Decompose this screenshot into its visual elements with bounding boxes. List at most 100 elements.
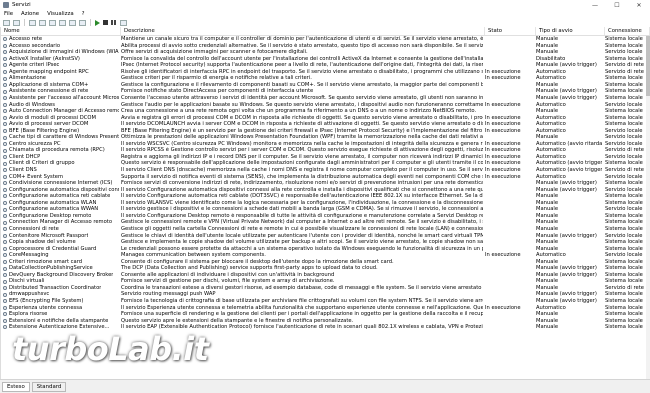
service-gear-icon — [3, 246, 7, 251]
restart-service-icon[interactable] — [120, 19, 127, 26]
title-bar: Servizi — ☐ ✕ — [0, 0, 650, 10]
minimize-button[interactable]: — — [584, 0, 606, 10]
service-gear-icon — [3, 50, 7, 55]
service-gear-icon — [3, 43, 7, 48]
service-gear-icon — [3, 273, 7, 278]
services-app-icon — [3, 2, 9, 8]
service-name: Connessioni di rete — [9, 225, 59, 232]
column-header-name[interactable]: Nome — [1, 27, 121, 35]
service-gear-icon — [3, 76, 7, 81]
export-list-icon[interactable] — [59, 19, 66, 26]
menu-visualizza[interactable]: Visualizza — [47, 11, 74, 17]
service-state — [485, 193, 533, 200]
close-button[interactable]: ✕ — [628, 0, 650, 10]
service-startup-type: Automatico — [536, 127, 566, 134]
tab-standard[interactable]: Standard — [31, 381, 67, 392]
column-header-logon[interactable]: Connessione — [605, 27, 650, 35]
service-startup-type: Manuale — [536, 225, 559, 232]
help-icon[interactable] — [69, 19, 76, 26]
service-name-cell: Connessioni di rete — [1, 226, 119, 233]
table-row[interactable]: Client di Criteri di gruppo Questo serviz… — [1, 160, 650, 167]
stop-service-icon[interactable] — [103, 20, 108, 25]
column-header-description[interactable]: Descrizione — [121, 27, 485, 35]
table-row[interactable]: Connessioni di rete Gestisce gli oggetti … — [1, 226, 650, 233]
column-header-state[interactable]: Stato — [485, 27, 536, 35]
service-gear-icon — [3, 279, 7, 284]
service-gear-icon — [3, 102, 7, 107]
service-name-cell: Assistente per l'accesso all'account Mic… — [1, 95, 119, 102]
tab-esteso[interactable]: Esteso — [2, 381, 30, 392]
service-gear-icon — [3, 135, 7, 140]
start-service-icon[interactable] — [95, 19, 100, 26]
forward-icon[interactable] — [13, 19, 20, 26]
service-logon: Servizio locale — [605, 127, 643, 134]
service-logon: Sistema locale — [605, 193, 643, 200]
service-logon: Sistema locale — [605, 160, 643, 167]
service-description: IPsec (Internet Protocol security) suppo… — [121, 62, 483, 69]
service-gear-icon — [3, 168, 7, 173]
service-description: Gestisce gli oggetti nella cartella Conn… — [121, 225, 483, 232]
service-gear-icon — [3, 56, 7, 61]
service-gear-icon — [3, 63, 7, 68]
service-gear-icon — [3, 161, 7, 166]
service-gear-icon — [3, 174, 7, 179]
refresh-icon[interactable] — [49, 19, 56, 26]
table-row[interactable]: Agente criteri IPsec IPsec (Internet Prot… — [1, 62, 650, 69]
service-startup-type: Manuale (avvio trigger) — [536, 291, 597, 298]
list-view-icon[interactable] — [39, 19, 46, 26]
service-startup-type: Manuale — [536, 193, 559, 200]
service-description: Il servizio Configurazione automatica re… — [121, 193, 483, 200]
service-logon: Sistema locale — [605, 258, 643, 265]
service-name: BFE (Base Filtering Engine) — [9, 127, 80, 134]
table-row[interactable]: Configurazione automatica reti cablate Il… — [1, 193, 650, 200]
scrollbar-thumb[interactable] — [646, 36, 650, 96]
service-state — [485, 95, 533, 102]
menu-file[interactable]: File — [4, 11, 13, 17]
service-gear-icon — [3, 194, 7, 199]
service-gear-icon — [3, 70, 7, 75]
service-gear-icon — [3, 259, 7, 264]
service-state: In esecuzione — [485, 160, 521, 167]
properties-icon[interactable] — [79, 19, 86, 26]
service-gear-icon — [3, 142, 7, 147]
service-name-cell: dmwappushsvc — [1, 291, 119, 298]
service-state — [485, 62, 533, 69]
table-row[interactable]: BFE (Base Filtering Engine) BFE (Base Fil… — [1, 128, 650, 135]
back-icon[interactable] — [3, 19, 10, 26]
service-gear-icon — [3, 240, 7, 245]
service-gear-icon — [3, 96, 7, 101]
menu-azione[interactable]: Azione — [21, 11, 39, 17]
service-description: Questo servizio è responsabile dell'appl… — [121, 160, 483, 167]
service-gear-icon — [3, 181, 7, 186]
maximize-button[interactable]: ☐ — [606, 0, 628, 10]
window-title: Servizi — [12, 2, 31, 8]
service-gear-icon — [3, 122, 7, 127]
toolbar-separator — [24, 19, 25, 26]
service-state — [485, 259, 533, 266]
service-name-cell: BFE (Base Filtering Engine) — [1, 128, 119, 135]
watermark-text-b: Lab — [108, 330, 172, 368]
vertical-scrollbar[interactable] — [646, 36, 650, 379]
service-logon: Sistema locale — [605, 291, 643, 298]
watermark-logo: turboLab.it — [12, 330, 209, 368]
service-state — [485, 324, 533, 331]
table-row[interactable]: Assistente per l'accesso all'account Mic… — [1, 95, 650, 102]
service-name: Client di Criteri di gruppo — [9, 160, 75, 167]
list-header: Nome Descrizione Stato Tipo di avvio Con… — [1, 27, 650, 36]
service-description: BFE (Base Filtering Engine) è un servizi… — [121, 127, 483, 134]
service-startup-type: Manuale (avvio trigger) — [536, 94, 597, 101]
service-startup-type: Manuale (avvio trigger) — [536, 62, 597, 69]
service-gear-icon — [3, 83, 7, 88]
pause-service-icon[interactable] — [111, 20, 117, 26]
service-name: Agente criteri IPsec — [9, 62, 60, 69]
toolbar-separator — [90, 19, 91, 26]
table-row[interactable]: dmwappushsvc Servizio routing messaggi pu… — [1, 291, 650, 298]
service-name: Criteri rimozione smart card — [9, 258, 83, 265]
service-logon: Servizio di rete — [605, 62, 644, 69]
service-state — [485, 291, 533, 298]
column-header-startup-type[interactable]: Tipo di avvio — [536, 27, 605, 35]
table-row[interactable]: Criteri rimozione smart card Consente di … — [1, 259, 650, 266]
console-tree-icon[interactable] — [29, 19, 36, 26]
menu-help[interactable]: ? — [82, 11, 85, 17]
service-gear-icon — [3, 207, 7, 212]
